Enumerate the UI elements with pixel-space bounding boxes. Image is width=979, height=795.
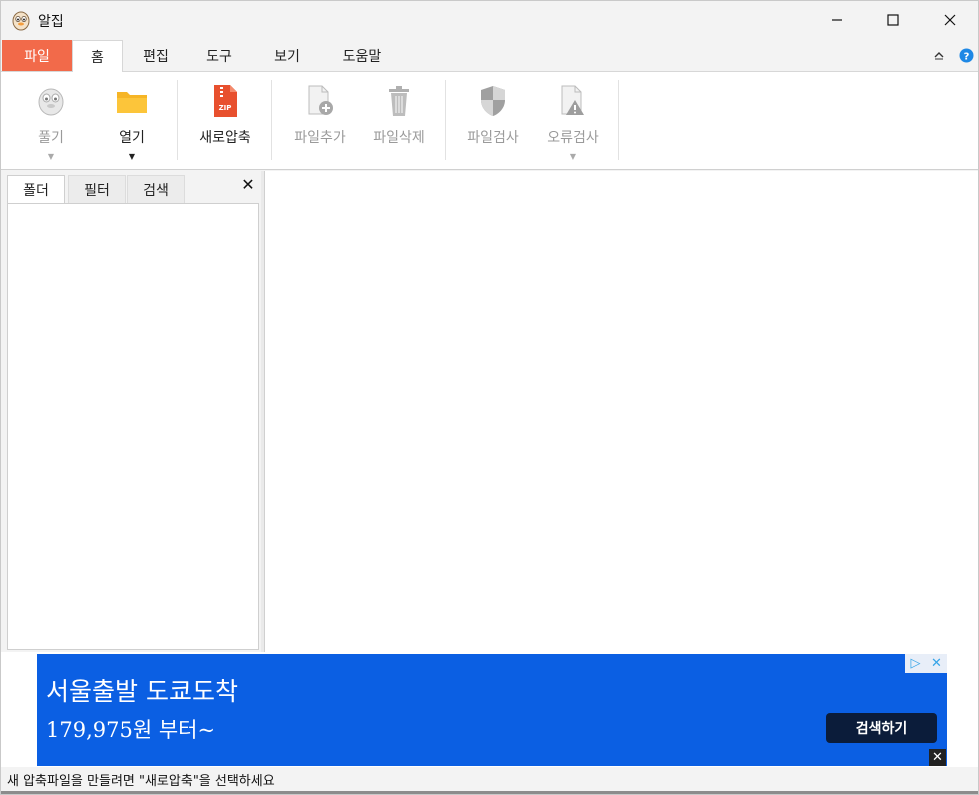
- app-window: 알집 파일 홈 편집 도구 보기 도움말 ? 풀기 ▼ 열기 ▼ ZIP 새로압…: [0, 0, 979, 795]
- ribbon-toolbar: 풀기 ▼ 열기 ▼ ZIP 새로압축 파일추가 파일삭제 파일검사 오류검사 ▼: [1, 72, 978, 170]
- delete-file-button[interactable]: 파일삭제: [365, 80, 433, 164]
- alzip-app-icon: [12, 11, 30, 31]
- close-icon: ✕: [932, 750, 943, 765]
- menu-bar: 파일 홈 편집 도구 보기 도움말 ?: [1, 39, 978, 73]
- add-file-label: 파일추가: [294, 130, 346, 146]
- minimize-icon: [832, 19, 842, 21]
- ad-choices-icon[interactable]: ▷: [905, 654, 926, 673]
- ad-area: 서울출발 도쿄도착 179,975원 부터~ 검색하기 ▷ ✕ ✕: [1, 652, 978, 767]
- svg-text:?: ?: [963, 51, 969, 62]
- ribbon-separator: [177, 80, 178, 160]
- add-file-button[interactable]: 파일추가: [286, 80, 354, 164]
- trash-icon: [389, 86, 409, 116]
- extract-button[interactable]: 풀기 ▼: [23, 80, 79, 164]
- ad-banner[interactable]: 서울출발 도쿄도착 179,975원 부터~ 검색하기 ▷ ✕: [37, 654, 947, 766]
- folder-icon: [117, 92, 147, 113]
- error-check-label: 오류검사: [547, 130, 599, 146]
- ad-search-button[interactable]: 검색하기: [826, 713, 937, 743]
- title-bar[interactable]: 알집: [1, 1, 978, 39]
- tab-filter[interactable]: 필터: [68, 175, 126, 203]
- help-button[interactable]: ?: [958, 47, 974, 63]
- tab-file[interactable]: 파일: [2, 40, 72, 71]
- error-check-dropdown-icon[interactable]: ▼: [570, 153, 576, 161]
- warning-file-icon: [561, 85, 584, 115]
- ribbon-separator: [271, 80, 272, 160]
- help-icon: ?: [959, 48, 973, 62]
- window-title: 알집: [38, 14, 64, 30]
- open-dropdown-icon[interactable]: ▼: [129, 153, 135, 161]
- error-check-button[interactable]: 오류검사 ▼: [539, 80, 607, 164]
- tab-folder[interactable]: 폴더: [7, 175, 65, 204]
- folder-tree[interactable]: [7, 203, 259, 650]
- maximize-button[interactable]: [865, 1, 921, 39]
- ribbon-separator: [618, 80, 619, 160]
- chevron-up-icon: [934, 52, 944, 60]
- new-archive-button[interactable]: ZIP 새로압축: [191, 80, 259, 164]
- shield-icon: [481, 86, 505, 116]
- extract-label: 풀기: [38, 130, 64, 146]
- svg-text:ZIP: ZIP: [219, 104, 232, 112]
- ad-price: 179,975원 부터~: [46, 718, 216, 742]
- ad-headline: 서울출발 도쿄도착: [46, 677, 238, 706]
- scan-file-button[interactable]: 파일검사: [459, 80, 527, 164]
- file-add-icon: [308, 85, 333, 115]
- open-button[interactable]: 열기 ▼: [104, 80, 160, 164]
- ad-close-button[interactable]: ✕: [929, 749, 946, 766]
- status-text: 새 압축파일을 만들려면 "새로압축"을 선택하세요: [7, 773, 275, 789]
- close-icon: [944, 14, 956, 26]
- ad-dismiss-icon[interactable]: ✕: [926, 654, 947, 673]
- delete-file-label: 파일삭제: [373, 130, 425, 146]
- file-list[interactable]: [264, 171, 978, 652]
- close-window-button[interactable]: [922, 1, 978, 39]
- close-icon: ✕: [241, 174, 255, 194]
- ad-choices[interactable]: ▷ ✕: [905, 654, 947, 673]
- status-bar: 새 압축파일을 만들려면 "새로압축"을 선택하세요: [1, 767, 978, 791]
- open-label: 열기: [119, 130, 145, 146]
- ribbon-separator: [445, 80, 446, 160]
- tab-home[interactable]: 홈: [72, 40, 123, 73]
- close-panel-button[interactable]: ✕: [238, 174, 258, 194]
- alzip-mascot-icon: [38, 88, 64, 116]
- scan-file-label: 파일검사: [467, 130, 519, 146]
- minimize-button[interactable]: [809, 1, 865, 39]
- tab-search[interactable]: 검색: [127, 175, 185, 203]
- zip-file-icon: ZIP: [214, 85, 237, 117]
- tab-view[interactable]: 보기: [257, 40, 317, 72]
- bottom-strip: [1, 791, 978, 794]
- tab-help[interactable]: 도움말: [329, 40, 395, 72]
- maximize-icon: [887, 14, 899, 26]
- left-panel: 폴더 필터 검색 ✕: [2, 171, 261, 652]
- new-archive-label: 새로압축: [199, 130, 251, 146]
- tab-tools[interactable]: 도구: [189, 40, 249, 72]
- extract-dropdown-icon[interactable]: ▼: [48, 153, 54, 161]
- collapse-ribbon-button[interactable]: [931, 47, 947, 63]
- tab-edit[interactable]: 편집: [126, 40, 186, 72]
